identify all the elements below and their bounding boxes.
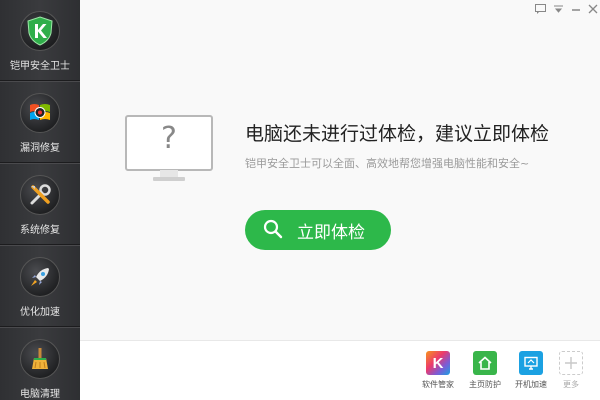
home-protect-icon — [473, 351, 497, 375]
tool-label: 主页防护 — [469, 380, 501, 389]
feedback-icon[interactable] — [534, 3, 546, 15]
minimize-icon[interactable] — [570, 3, 582, 15]
scan-button-label: 立即体检 — [297, 222, 365, 242]
tool-more[interactable]: 更多 — [547, 351, 595, 397]
sidebar-item-label: 系统修复 — [20, 225, 60, 236]
sidebar-item-cleanup[interactable]: 电脑清理 — [0, 328, 80, 400]
software-manager-icon: K — [426, 351, 450, 375]
plus-icon — [559, 351, 583, 375]
menu-icon[interactable] — [552, 3, 564, 15]
main-panel: ? 电脑还未进行过体检，建议立即体检 铠甲安全卫士可以全面、高效地帮您增强电脑性… — [80, 0, 600, 340]
sidebar-item-label: 铠甲安全卫士 — [10, 61, 70, 72]
bottom-toolbar: K 软件管家 主页防护 开机加速 更多 — [80, 340, 600, 400]
tool-home-protect[interactable]: 主页防护 — [461, 351, 509, 397]
sidebar: 铠甲安全卫士 漏洞修复 系统修复 优化加速 电脑清理 — [0, 0, 80, 400]
sidebar-item-system-repair[interactable]: 系统修复 — [0, 164, 80, 244]
sidebar-item-speedup[interactable]: 优化加速 — [0, 246, 80, 326]
scan-now-button[interactable]: 立即体检 — [245, 210, 391, 250]
windows-bug-icon — [20, 93, 60, 133]
close-icon[interactable] — [587, 3, 599, 15]
sidebar-item-label: 漏洞修复 — [20, 143, 60, 154]
tool-label: 更多 — [563, 380, 579, 389]
rocket-icon — [20, 257, 60, 297]
sidebar-item-vulnerability[interactable]: 漏洞修复 — [0, 82, 80, 162]
boot-speed-icon — [519, 351, 543, 375]
sidebar-item-label: 优化加速 — [20, 307, 60, 318]
sidebar-item-home[interactable]: 铠甲安全卫士 — [0, 0, 80, 80]
page-subtitle: 铠甲安全卫士可以全面、高效地帮您增强电脑性能和安全~ — [245, 157, 530, 170]
shield-k-icon — [20, 11, 60, 51]
monitor-illustration: ? — [125, 115, 213, 185]
page-title: 电脑还未进行过体检，建议立即体检 — [245, 123, 550, 145]
tool-label: 软件管家 — [422, 380, 454, 389]
broom-icon — [20, 339, 60, 379]
search-icon — [263, 219, 283, 242]
tools-icon — [20, 175, 60, 215]
sidebar-item-label: 电脑清理 — [20, 389, 60, 400]
question-mark-icon: ? — [161, 121, 177, 156]
tool-software-manager[interactable]: K 软件管家 — [414, 351, 462, 397]
